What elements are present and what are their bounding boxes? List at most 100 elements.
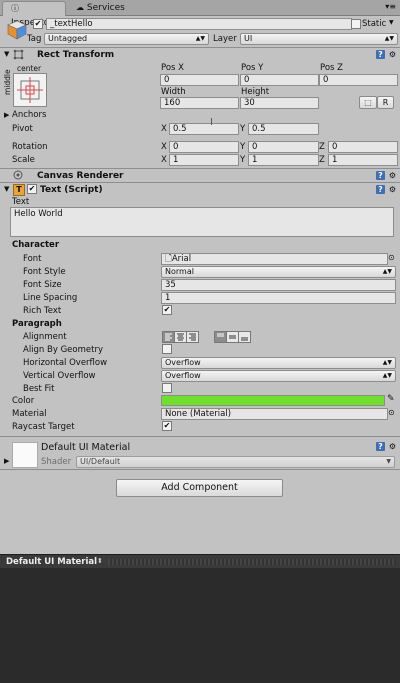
tab-menu-icon[interactable]: ▾≡ [385, 2, 396, 11]
raycast-target-checkbox[interactable]: ✔ [162, 421, 172, 431]
help-icon[interactable]: ? [376, 50, 385, 59]
text-component-icon: T [13, 184, 25, 196]
layer-dropdown[interactable]: UI ▲▼ [240, 33, 398, 45]
pos-y-field[interactable]: 0 [240, 74, 319, 86]
align-center-icon [177, 333, 184, 341]
gear-icon[interactable]: ⚙ [388, 171, 397, 180]
line-spacing-label: Line Spacing [23, 293, 78, 303]
line-spacing-field[interactable]: 1 [161, 292, 396, 304]
align-by-geometry-checkbox[interactable] [162, 344, 172, 354]
static-dropdown-icon[interactable]: ▼ [389, 19, 394, 26]
chevron-down-icon: ▲▼ [382, 372, 392, 379]
align-by-geometry-label: Align By Geometry [23, 345, 103, 355]
font-asset-icon: 🗋 [165, 254, 172, 264]
paragraph-section-label: Paragraph [12, 319, 62, 329]
divider [0, 436, 400, 437]
foldout-arrow-icon[interactable]: ▶ [4, 457, 9, 465]
best-fit-label: Best Fit [23, 384, 55, 394]
component-title: Text (Script) [40, 185, 103, 195]
anchor-presets-button[interactable] [13, 73, 47, 107]
help-icon[interactable]: ? [376, 442, 385, 451]
add-component-button[interactable]: Add Component [116, 479, 283, 497]
pos-y-label: Pos Y [241, 63, 264, 73]
shader-label: Shader [41, 457, 72, 467]
tab-inspector[interactable]: ⓘ Inspector [2, 1, 66, 28]
material-field[interactable]: None (Material) [161, 408, 388, 420]
align-bottom-button[interactable] [238, 331, 251, 343]
gameobject-cube-icon [6, 19, 28, 41]
scale-x-field[interactable]: 1 [169, 154, 239, 166]
chevron-down-icon[interactable]: ⬍ [97, 557, 103, 565]
active-checkbox[interactable]: ✔ [33, 19, 43, 29]
raycast-target-label: Raycast Target [12, 422, 75, 432]
chevron-down-icon: ▲▼ [382, 359, 392, 366]
anchor-h-label: center [17, 64, 42, 73]
blueprint-mode-button[interactable]: ⬚ [359, 96, 377, 109]
preview-title: Default UI Material [6, 557, 98, 567]
color-field[interactable] [161, 395, 385, 406]
canvas-renderer-header[interactable]: Canvas Renderer ? ⚙ [0, 169, 400, 182]
text-script-header[interactable]: ▼ T ✔ Text (Script) ? ⚙ [0, 183, 400, 196]
rotation-x-field[interactable]: 0 [169, 141, 239, 153]
height-field[interactable]: 30 [240, 97, 319, 109]
best-fit-checkbox[interactable] [162, 383, 172, 393]
vertical-overflow-label: Vertical Overflow [23, 371, 96, 381]
rich-text-checkbox[interactable]: ✔ [162, 305, 172, 315]
scale-z-axis-label: Z [319, 155, 325, 165]
rect-transform-header[interactable]: ▼ Rect Transform ? ⚙ [0, 48, 400, 62]
rotation-y-field[interactable]: 0 [248, 141, 319, 153]
static-checkbox[interactable] [351, 19, 361, 29]
pos-z-field[interactable]: 0 [319, 74, 398, 86]
vertical-overflow-dropdown[interactable]: Overflow ▲▼ [161, 370, 396, 382]
align-middle-icon [229, 335, 236, 339]
tag-dropdown[interactable]: Untagged ▲▼ [44, 33, 209, 45]
rotation-x-axis-label: X [161, 142, 167, 152]
help-icon[interactable]: ? [376, 185, 385, 194]
scale-z-field[interactable]: 1 [328, 154, 398, 166]
align-right-icon [189, 333, 196, 341]
gear-icon[interactable]: ⚙ [388, 442, 397, 451]
preview-drag-handle[interactable] [108, 559, 396, 565]
material-title: Default UI Material [41, 442, 131, 453]
font-style-label: Font Style [23, 267, 66, 277]
align-left-icon [165, 333, 172, 341]
component-enabled-checkbox[interactable]: ✔ [27, 184, 37, 194]
gear-icon[interactable]: ⚙ [388, 50, 397, 59]
preview-header: Default UI Material ⬍ [0, 554, 400, 569]
rotation-y-axis-label: Y [240, 142, 246, 152]
gear-icon[interactable]: ⚙ [388, 185, 397, 194]
height-label: Height [241, 87, 270, 97]
material-label: Material [12, 409, 47, 419]
dotted-rect-icon: ⬚ [364, 98, 372, 107]
object-picker-icon[interactable]: ⊙ [388, 408, 395, 417]
raw-edit-button[interactable]: R [377, 96, 394, 109]
tag-label: Tag [27, 34, 42, 44]
anchor-v-label: middle [3, 69, 12, 95]
font-size-field[interactable]: 35 [161, 279, 396, 291]
anchors-label[interactable]: Anchors [12, 110, 46, 120]
anchors-foldout-icon[interactable]: ▶ [4, 111, 9, 119]
help-icon[interactable]: ? [376, 171, 385, 180]
font-style-dropdown[interactable]: Normal ▲▼ [161, 266, 396, 278]
eyedropper-icon[interactable]: ✎ [387, 394, 395, 404]
rotation-z-field[interactable]: 0 [328, 141, 398, 153]
font-size-label: Font Size [23, 280, 62, 290]
pivot-x-field[interactable]: 0.5 [169, 123, 239, 135]
pivot-y-field[interactable]: 0.5 [248, 123, 319, 135]
align-bottom-icon [241, 337, 248, 341]
foldout-arrow-icon[interactable]: ▼ [4, 185, 9, 193]
text-area[interactable]: Hello World [10, 207, 394, 237]
horizontal-overflow-dropdown[interactable]: Overflow ▲▼ [161, 357, 396, 369]
pivot-label: Pivot [12, 124, 33, 134]
object-picker-icon[interactable]: ⊙ [388, 253, 395, 262]
pos-x-field[interactable]: 0 [160, 74, 239, 86]
foldout-arrow-icon[interactable]: ▼ [4, 50, 9, 58]
tab-services[interactable]: ☁ Services [68, 1, 133, 15]
align-right-button[interactable] [186, 331, 199, 343]
object-name-input[interactable]: _textHello [46, 18, 352, 30]
width-field[interactable]: 160 [160, 97, 239, 109]
shader-dropdown[interactable]: UI/Default ▼ [76, 456, 395, 468]
scale-label: Scale [12, 155, 35, 165]
font-field[interactable]: 🗋Arial [161, 253, 388, 265]
scale-y-field[interactable]: 1 [248, 154, 319, 166]
